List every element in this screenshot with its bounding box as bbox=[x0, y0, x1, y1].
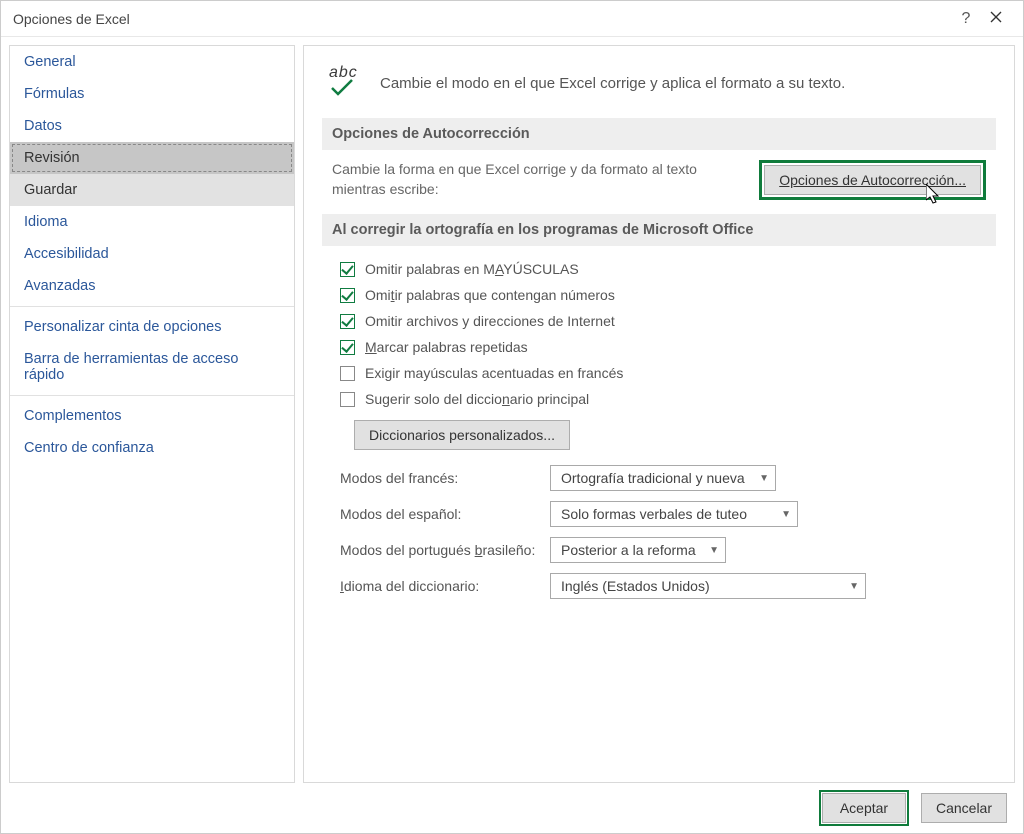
chevron-down-icon: ▼ bbox=[781, 509, 791, 520]
check-ignore-internet: Omitir archivos y direcciones de Interne… bbox=[332, 308, 986, 334]
options-sidebar: General Fórmulas Datos Revisión Guardar … bbox=[9, 45, 295, 783]
cancel-button[interactable]: Cancelar bbox=[921, 793, 1007, 823]
sidebar-item-formulas[interactable]: Fórmulas bbox=[10, 78, 294, 110]
section-autocorrect-title: Opciones de Autocorrección bbox=[322, 118, 996, 150]
label-spanish-modes: Modos del español: bbox=[340, 506, 550, 522]
checkbox[interactable] bbox=[340, 366, 355, 381]
select-dictionary-language[interactable]: Inglés (Estados Unidos)▼ bbox=[550, 573, 866, 599]
row-dictionary-language: Idioma del diccionario: Inglés (Estados … bbox=[332, 568, 986, 604]
row-spanish-modes: Modos del español: Solo formas verbales … bbox=[332, 496, 986, 532]
sidebar-item-general[interactable]: General bbox=[10, 46, 294, 78]
row-french-modes: Modos del francés: Ortografía tradiciona… bbox=[332, 460, 986, 496]
options-content: abc Cambie el modo en el que Excel corri… bbox=[303, 45, 1015, 783]
chevron-down-icon: ▼ bbox=[759, 473, 769, 484]
label-dictionary-language: Idioma del diccionario: bbox=[340, 578, 550, 594]
ok-button[interactable]: Aceptar bbox=[822, 793, 906, 823]
intro-text: Cambie el modo en el que Excel corrige y… bbox=[380, 75, 845, 92]
section-spelling-title: Al corregir la ortografía en los program… bbox=[322, 214, 996, 246]
close-button[interactable] bbox=[981, 10, 1011, 27]
checkbox[interactable] bbox=[340, 392, 355, 407]
chevron-down-icon: ▼ bbox=[849, 581, 859, 592]
page-intro: abc Cambie el modo en el que Excel corri… bbox=[326, 66, 996, 100]
sidebar-separator bbox=[10, 306, 294, 307]
help-button[interactable]: ? bbox=[951, 10, 981, 28]
sidebar-item-save[interactable]: Guardar bbox=[10, 174, 294, 206]
check-ignore-uppercase: Omitir palabras en MAYÚSCULAS bbox=[332, 256, 986, 282]
sidebar-item-trust-center[interactable]: Centro de confianza bbox=[10, 432, 294, 464]
select-portuguese-modes[interactable]: Posterior a la reforma▼ bbox=[550, 537, 726, 563]
checkbox[interactable] bbox=[340, 314, 355, 329]
autocorrect-description: Cambie la forma en que Excel corrige y d… bbox=[332, 160, 739, 199]
sidebar-item-language[interactable]: Idioma bbox=[10, 206, 294, 238]
proofing-icon: abc bbox=[326, 66, 366, 100]
sidebar-item-proofing[interactable]: Revisión bbox=[10, 142, 294, 174]
row-portuguese-modes: Modos del portugués brasileño: Posterior… bbox=[332, 532, 986, 568]
ok-button-highlight: Aceptar bbox=[819, 790, 909, 826]
check-label: Omitir palabras que contengan números bbox=[365, 287, 615, 303]
dialog-footer: Aceptar Cancelar bbox=[1, 783, 1023, 833]
check-ignore-numbers: Omitir palabras que contengan números bbox=[332, 282, 986, 308]
checkbox[interactable] bbox=[340, 288, 355, 303]
checkbox[interactable] bbox=[340, 262, 355, 277]
excel-options-dialog: Opciones de Excel ? General Fórmulas Dat… bbox=[0, 0, 1024, 834]
chevron-down-icon: ▼ bbox=[709, 545, 719, 556]
titlebar: Opciones de Excel ? bbox=[1, 1, 1023, 37]
sidebar-item-advanced[interactable]: Avanzadas bbox=[10, 270, 294, 302]
sidebar-item-accessibility[interactable]: Accesibilidad bbox=[10, 238, 294, 270]
check-label: Exigir mayúsculas acentuadas en francés bbox=[365, 365, 623, 381]
select-french-modes[interactable]: Ortografía tradicional y nueva▼ bbox=[550, 465, 776, 491]
sidebar-item-addins[interactable]: Complementos bbox=[10, 400, 294, 432]
custom-dictionaries-button[interactable]: Diccionarios personalizados... bbox=[354, 420, 570, 450]
autocorrect-options-button[interactable]: Opciones de Autocorrección... bbox=[764, 165, 981, 195]
check-main-dictionary: Sugerir solo del diccionario principal bbox=[332, 386, 986, 412]
check-french-accents: Exigir mayúsculas acentuadas en francés bbox=[332, 360, 986, 386]
label-french-modes: Modos del francés: bbox=[340, 470, 550, 486]
spelling-checkboxes: Omitir palabras en MAYÚSCULAS Omitir pal… bbox=[332, 256, 986, 412]
sidebar-item-quick-access[interactable]: Barra de herramientas de acceso rápido bbox=[10, 343, 294, 391]
check-flag-repeated: Marcar palabras repetidas bbox=[332, 334, 986, 360]
checkmark-icon bbox=[330, 78, 354, 98]
sidebar-item-customize-ribbon[interactable]: Personalizar cinta de opciones bbox=[10, 311, 294, 343]
check-label: Sugerir solo del diccionario principal bbox=[365, 391, 589, 407]
label-portuguese-modes: Modos del portugués brasileño: bbox=[340, 542, 550, 558]
sidebar-separator bbox=[10, 395, 294, 396]
window-title: Opciones de Excel bbox=[13, 11, 951, 27]
check-label: Marcar palabras repetidas bbox=[365, 339, 528, 355]
autocorrect-button-highlight: Opciones de Autocorrección... bbox=[759, 160, 986, 200]
close-icon bbox=[990, 11, 1002, 23]
check-label: Omitir palabras en MAYÚSCULAS bbox=[365, 261, 579, 277]
select-spanish-modes[interactable]: Solo formas verbales de tuteo▼ bbox=[550, 501, 798, 527]
check-label: Omitir archivos y direcciones de Interne… bbox=[365, 313, 615, 329]
checkbox[interactable] bbox=[340, 340, 355, 355]
sidebar-item-data[interactable]: Datos bbox=[10, 110, 294, 142]
